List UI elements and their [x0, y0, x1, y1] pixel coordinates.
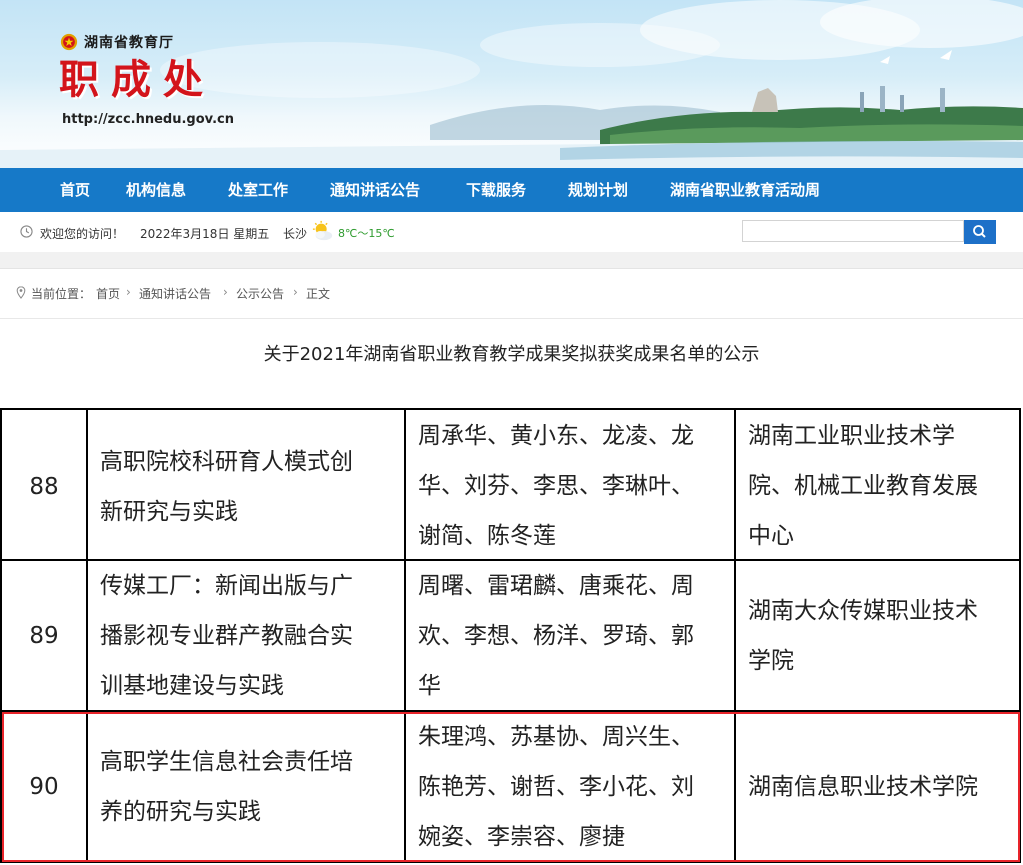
site-banner: 湖南省教育厅 职成处 http://zcc.hnedu.gov.cn	[0, 0, 1023, 168]
table-border	[86, 408, 88, 863]
nav-item-organization[interactable]: 机构信息	[126, 168, 186, 212]
temperature-range: 8℃～15℃	[338, 227, 395, 240]
site-title: 职成处	[59, 56, 215, 103]
nav-item-office-work[interactable]: 处室工作	[228, 168, 288, 212]
achievement-authors: 周承华、黄小东、龙凌、龙 华、刘芬、李思、李琳叶、 谢简、陈冬莲	[418, 423, 694, 549]
achievement-title: 高职院校科研育人模式创 新研究与实践	[100, 449, 353, 525]
clock-icon	[20, 225, 33, 238]
row-number: 89	[29, 623, 59, 649]
row-number: 88	[29, 474, 59, 500]
search-input[interactable]	[742, 220, 964, 242]
breadcrumb-chevron-icon: ›	[293, 285, 298, 299]
table-border	[1019, 408, 1021, 863]
location-pin-icon	[16, 286, 26, 299]
achievement-organization: 湖南工业职业技术学 院、机械工业教育发展 中心	[748, 423, 978, 549]
nav-item-downloads[interactable]: 下载服务	[466, 168, 526, 212]
current-date: 2022年3月18日 星期五	[140, 227, 270, 241]
search-button[interactable]	[964, 220, 996, 244]
nav-item-home[interactable]: 首页	[60, 168, 90, 212]
breadcrumb-home[interactable]: 首页	[96, 285, 120, 302]
achievement-organization: 湖南大众传媒职业技术 学院	[748, 598, 978, 674]
achievement-authors: 周曙、雷珺麟、唐乘花、周 欢、李想、杨洋、罗琦、郭华	[418, 573, 694, 699]
breadcrumb-chevron-icon: ›	[223, 285, 228, 299]
breadcrumb-current: 正文	[306, 287, 331, 301]
achievement-organization: 湖南信息职业技术学院	[748, 774, 978, 800]
nav-item-vocational-week[interactable]: 湖南省职业教育活动周	[670, 168, 820, 212]
site-url[interactable]: http://zcc.hnedu.gov.cn	[62, 112, 234, 127]
weather-city: 长沙	[283, 227, 308, 241]
section-separator	[0, 252, 1023, 268]
breadcrumb-prefix: 当前位置：	[31, 287, 92, 301]
table-border	[0, 408, 1021, 410]
agency-name: 湖南省教育厅	[84, 35, 174, 51]
article-title: 关于2021年湖南省职业教育教学成果奖拟获奖成果名单的公示	[263, 344, 760, 365]
table-border	[404, 408, 406, 863]
row-number: 90	[29, 774, 59, 800]
sun-cloud-icon	[312, 220, 333, 241]
main-nav: 首页 机构信息 处室工作 通知讲话公告 下载服务 规划计划 湖南省职业教育活动周	[0, 168, 1023, 212]
achievement-authors: 朱理鸿、苏基协、周兴生、 陈艳芳、谢哲、李小花、刘 婉姿、李崇容、廖捷	[418, 724, 694, 850]
national-emblem-icon	[60, 33, 78, 51]
welcome-text: 欢迎您的访问！	[40, 227, 125, 241]
nav-item-planning[interactable]: 规划计划	[568, 168, 628, 212]
achievement-title: 传媒工厂：新闻出版与广 播影视专业群产教融合实 训基地建设与实践	[100, 573, 353, 699]
breadcrumb-chevron-icon: ›	[126, 285, 131, 299]
search-icon	[973, 225, 986, 238]
table-border	[734, 408, 736, 863]
breadcrumb-announcements[interactable]: 公示公告	[236, 285, 284, 302]
achievement-title: 高职学生信息社会责任培 养的研究与实践	[100, 749, 353, 825]
breadcrumb-notices[interactable]: 通知讲话公告	[139, 285, 211, 302]
nav-item-notices[interactable]: 通知讲话公告	[330, 168, 420, 212]
